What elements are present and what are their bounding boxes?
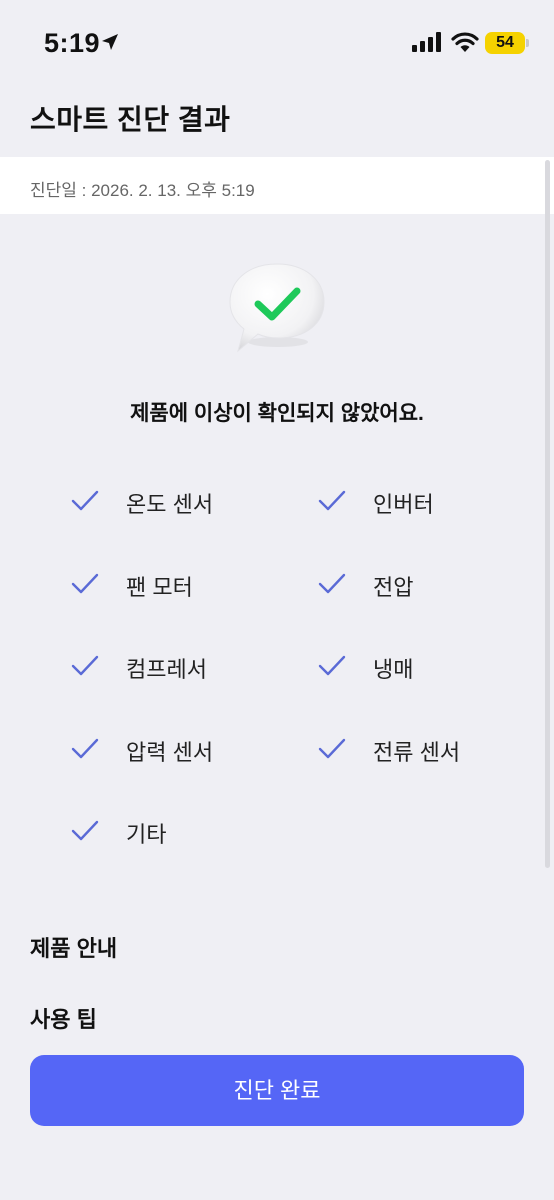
check-icon	[318, 738, 346, 759]
battery-indicator: 54	[485, 32, 525, 54]
check-list: 온도 센서 인버터 팬 모터 전압 컴프레서 냉매 압력 센서 전류 센서 기타	[0, 0, 554, 847]
speech-bubble-check-icon	[229, 263, 325, 353]
check-icon	[318, 655, 346, 676]
check-label: 냉매	[373, 657, 414, 682]
complete-diagnosis-button[interactable]: 진단 완료	[30, 1055, 524, 1126]
check-label: 전류 센서	[373, 740, 461, 765]
check-icon	[71, 738, 99, 759]
usage-tips-link[interactable]: 사용 팁	[30, 1002, 97, 1034]
status-bar: 5:19 54	[0, 0, 554, 88]
cellular-signal-icon	[412, 32, 441, 52]
page-title: 스마트 진단 결과	[30, 104, 231, 135]
wifi-icon	[451, 32, 479, 52]
check-icon	[71, 820, 99, 841]
check-icon	[71, 573, 99, 594]
check-label: 전압	[373, 575, 414, 600]
location-arrow-icon	[102, 34, 118, 50]
page: 5:19 54 스마트 진단 결과 진단일 : 2026. 2. 13. 오후 …	[0, 0, 554, 1200]
check-icon	[318, 490, 346, 511]
check-label: 팬 모터	[126, 575, 193, 600]
check-label: 인버터	[373, 492, 434, 517]
check-label: 온도 센서	[126, 492, 214, 517]
product-info-link[interactable]: 제품 안내	[30, 931, 117, 963]
scrollbar[interactable]	[545, 160, 550, 868]
result-message: 제품에 이상이 확인되지 않았어요.	[130, 402, 424, 425]
check-icon	[71, 655, 99, 676]
check-icon	[71, 490, 99, 511]
check-label: 기타	[126, 822, 167, 847]
check-label: 컴프레서	[126, 657, 207, 682]
check-icon	[318, 573, 346, 594]
status-time: 5:19	[44, 28, 101, 58]
diagnosis-date: 진단일 : 2026. 2. 13. 오후 5:19	[30, 181, 255, 200]
check-label: 압력 센서	[126, 740, 214, 765]
battery-cap	[526, 39, 529, 47]
